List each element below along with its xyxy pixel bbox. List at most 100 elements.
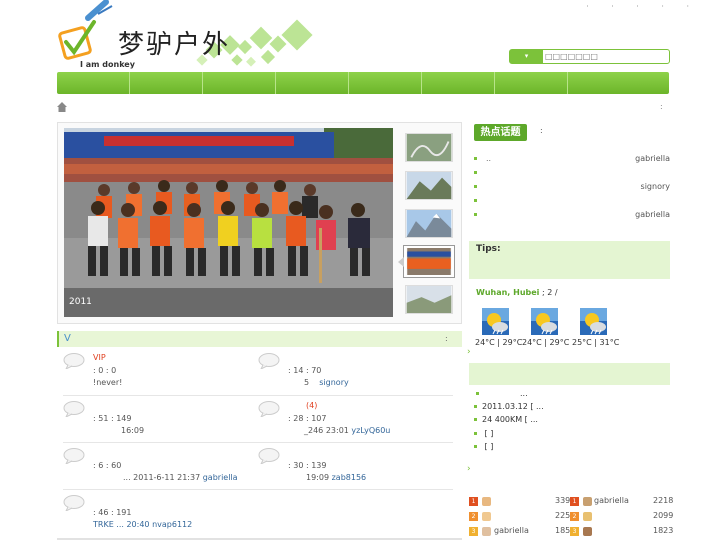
forum-section-more[interactable]: :	[445, 334, 448, 343]
ranking-row: 1 339 1 gabriella 2218	[469, 496, 674, 508]
forum-item-stats: : 0 : 0	[93, 366, 117, 375]
bullet-dot	[474, 213, 477, 216]
section-bottom-border	[57, 538, 462, 540]
speech-bubble-icon	[63, 401, 85, 417]
hot-topic-item[interactable]: signory	[474, 182, 670, 194]
weather-city[interactable]: Wuhan, Hubei	[476, 288, 539, 297]
weather-temp-day3: 25°C | 31°C	[572, 338, 620, 347]
hot-topic-author[interactable]: gabriella	[635, 154, 670, 163]
slideshow-thumb-5[interactable]	[405, 285, 453, 314]
news-item-text[interactable]: 24 400KM [ ...	[482, 415, 538, 424]
avatar[interactable]	[482, 527, 491, 536]
divider	[63, 489, 453, 490]
hot-topic-item[interactable]: .. gabriella	[474, 154, 670, 166]
slideshow-main-photo[interactable]	[64, 128, 393, 317]
hot-topic-author[interactable]: gabriella	[635, 210, 670, 219]
nav-item-6[interactable]	[422, 72, 495, 94]
forum-item-stats: : 6 : 60	[93, 461, 122, 470]
weather-location: Wuhan, Hubei ; 2 /	[476, 288, 558, 297]
news-item[interactable]: 24 400KM [ ...	[474, 415, 538, 424]
ranking-row: 3 gabriella 185 3 1823	[469, 526, 674, 538]
forum-item-user-link[interactable]: nvap6112	[152, 520, 192, 529]
hot-topic-author[interactable]: signory	[641, 182, 670, 191]
slideshow-thumb-3[interactable]	[405, 209, 453, 238]
hot-topic-item[interactable]	[474, 168, 670, 180]
forum-item: : 14 : 70 5 signory	[258, 353, 448, 397]
speech-bubble-icon	[63, 353, 85, 369]
avatar[interactable]	[583, 497, 592, 506]
forum-section-toggle[interactable]: V	[64, 333, 71, 344]
bullet-dot	[474, 199, 477, 202]
hot-topic-title[interactable]: ..	[486, 154, 491, 163]
forum-item-title[interactable]: (4)	[306, 401, 317, 410]
news-item[interactable]: [ ]	[474, 442, 493, 451]
nav-item-2[interactable]	[130, 72, 203, 94]
forum-item-stats: : 28 : 107	[288, 414, 327, 423]
slideshow-thumb-2[interactable]	[405, 171, 453, 200]
nav-item-7[interactable]	[495, 72, 568, 94]
slideshow-thumb-4[interactable]	[404, 246, 454, 277]
slideshow-caption: 2011	[69, 297, 92, 307]
rank-badge: 3	[570, 527, 579, 536]
forum-item-user-link[interactable]: yzLyQ60u	[351, 426, 390, 435]
search-input[interactable]	[545, 51, 665, 62]
bullet-dot	[474, 445, 477, 448]
chevron-right-icon[interactable]: ›	[467, 464, 471, 474]
forum-item-user-link[interactable]: gabriella	[203, 473, 238, 482]
nav-item-8[interactable]	[568, 72, 641, 94]
news-item-text[interactable]: [ ]	[482, 442, 494, 451]
forum-section-header	[57, 331, 462, 347]
bullet-dot	[474, 157, 477, 160]
avatar[interactable]	[482, 512, 491, 521]
rank-badge: 1	[469, 497, 478, 506]
home-icon[interactable]	[57, 102, 67, 112]
speech-bubble-icon	[63, 448, 85, 464]
news-item-text[interactable]: [ ]	[482, 429, 494, 438]
rank-score: 2218	[653, 496, 674, 505]
rank-score: 339	[555, 496, 571, 505]
forum-item-stats: : 30 : 139	[288, 461, 327, 470]
news-item[interactable]: ...	[476, 389, 528, 398]
bullet-dot	[474, 418, 477, 421]
forum-item-meta: 5	[304, 378, 310, 387]
forum-item-stats: : 46 : 191	[93, 508, 132, 517]
forum-item-stats: : 51 : 149	[93, 414, 132, 423]
nav-item-5[interactable]	[349, 72, 422, 94]
nav-item-4[interactable]	[276, 72, 349, 94]
main-nav	[57, 72, 669, 94]
forum-item-meta: TRKE ... 20:40	[93, 520, 150, 529]
avatar[interactable]	[583, 512, 592, 521]
news-item[interactable]: [ ]	[474, 429, 493, 438]
top-links[interactable]: · · · · ·	[586, 2, 699, 11]
divider	[63, 442, 453, 443]
slideshow-thumb-1[interactable]	[405, 133, 453, 162]
forum-item-user-link[interactable]: signory	[319, 378, 348, 387]
rank-user[interactable]: gabriella	[594, 496, 629, 505]
news-item-text[interactable]: 2011.03.12 [ ...	[482, 402, 544, 411]
forum-item: VIP : 0 : 0 !never!	[63, 353, 253, 397]
tips-label: Tips:	[476, 244, 501, 254]
divider	[63, 395, 453, 396]
news-item-text[interactable]: ...	[520, 389, 528, 398]
bullet-dot	[474, 185, 477, 188]
avatar[interactable]	[482, 497, 491, 506]
hot-topic-item[interactable]	[474, 196, 670, 208]
speech-bubble-icon	[258, 448, 280, 464]
hot-topics-badge: 热点话题	[474, 124, 527, 141]
speech-bubble-icon	[258, 353, 280, 369]
nav-item-3[interactable]	[203, 72, 276, 94]
forum-item-title[interactable]: VIP	[93, 353, 106, 362]
rank-user[interactable]: gabriella	[494, 526, 529, 535]
forum-item-user-link[interactable]: zab8156	[332, 473, 367, 482]
bullet-dot	[474, 432, 477, 435]
ranking-row: 2 225 2 2099	[469, 511, 674, 523]
chevron-right-icon[interactable]: ›	[467, 347, 471, 357]
news-item[interactable]: 2011.03.12 [ ...	[474, 402, 544, 411]
rank-score: 185	[555, 526, 571, 535]
rank-score: 1823	[653, 526, 674, 535]
avatar[interactable]	[583, 527, 592, 536]
search-type-dropdown[interactable]: ▾	[510, 50, 543, 63]
hot-topic-item[interactable]: gabriella	[474, 210, 670, 222]
nav-item-1[interactable]	[57, 72, 130, 94]
forum-item-stats: : 14 : 70	[288, 366, 322, 375]
